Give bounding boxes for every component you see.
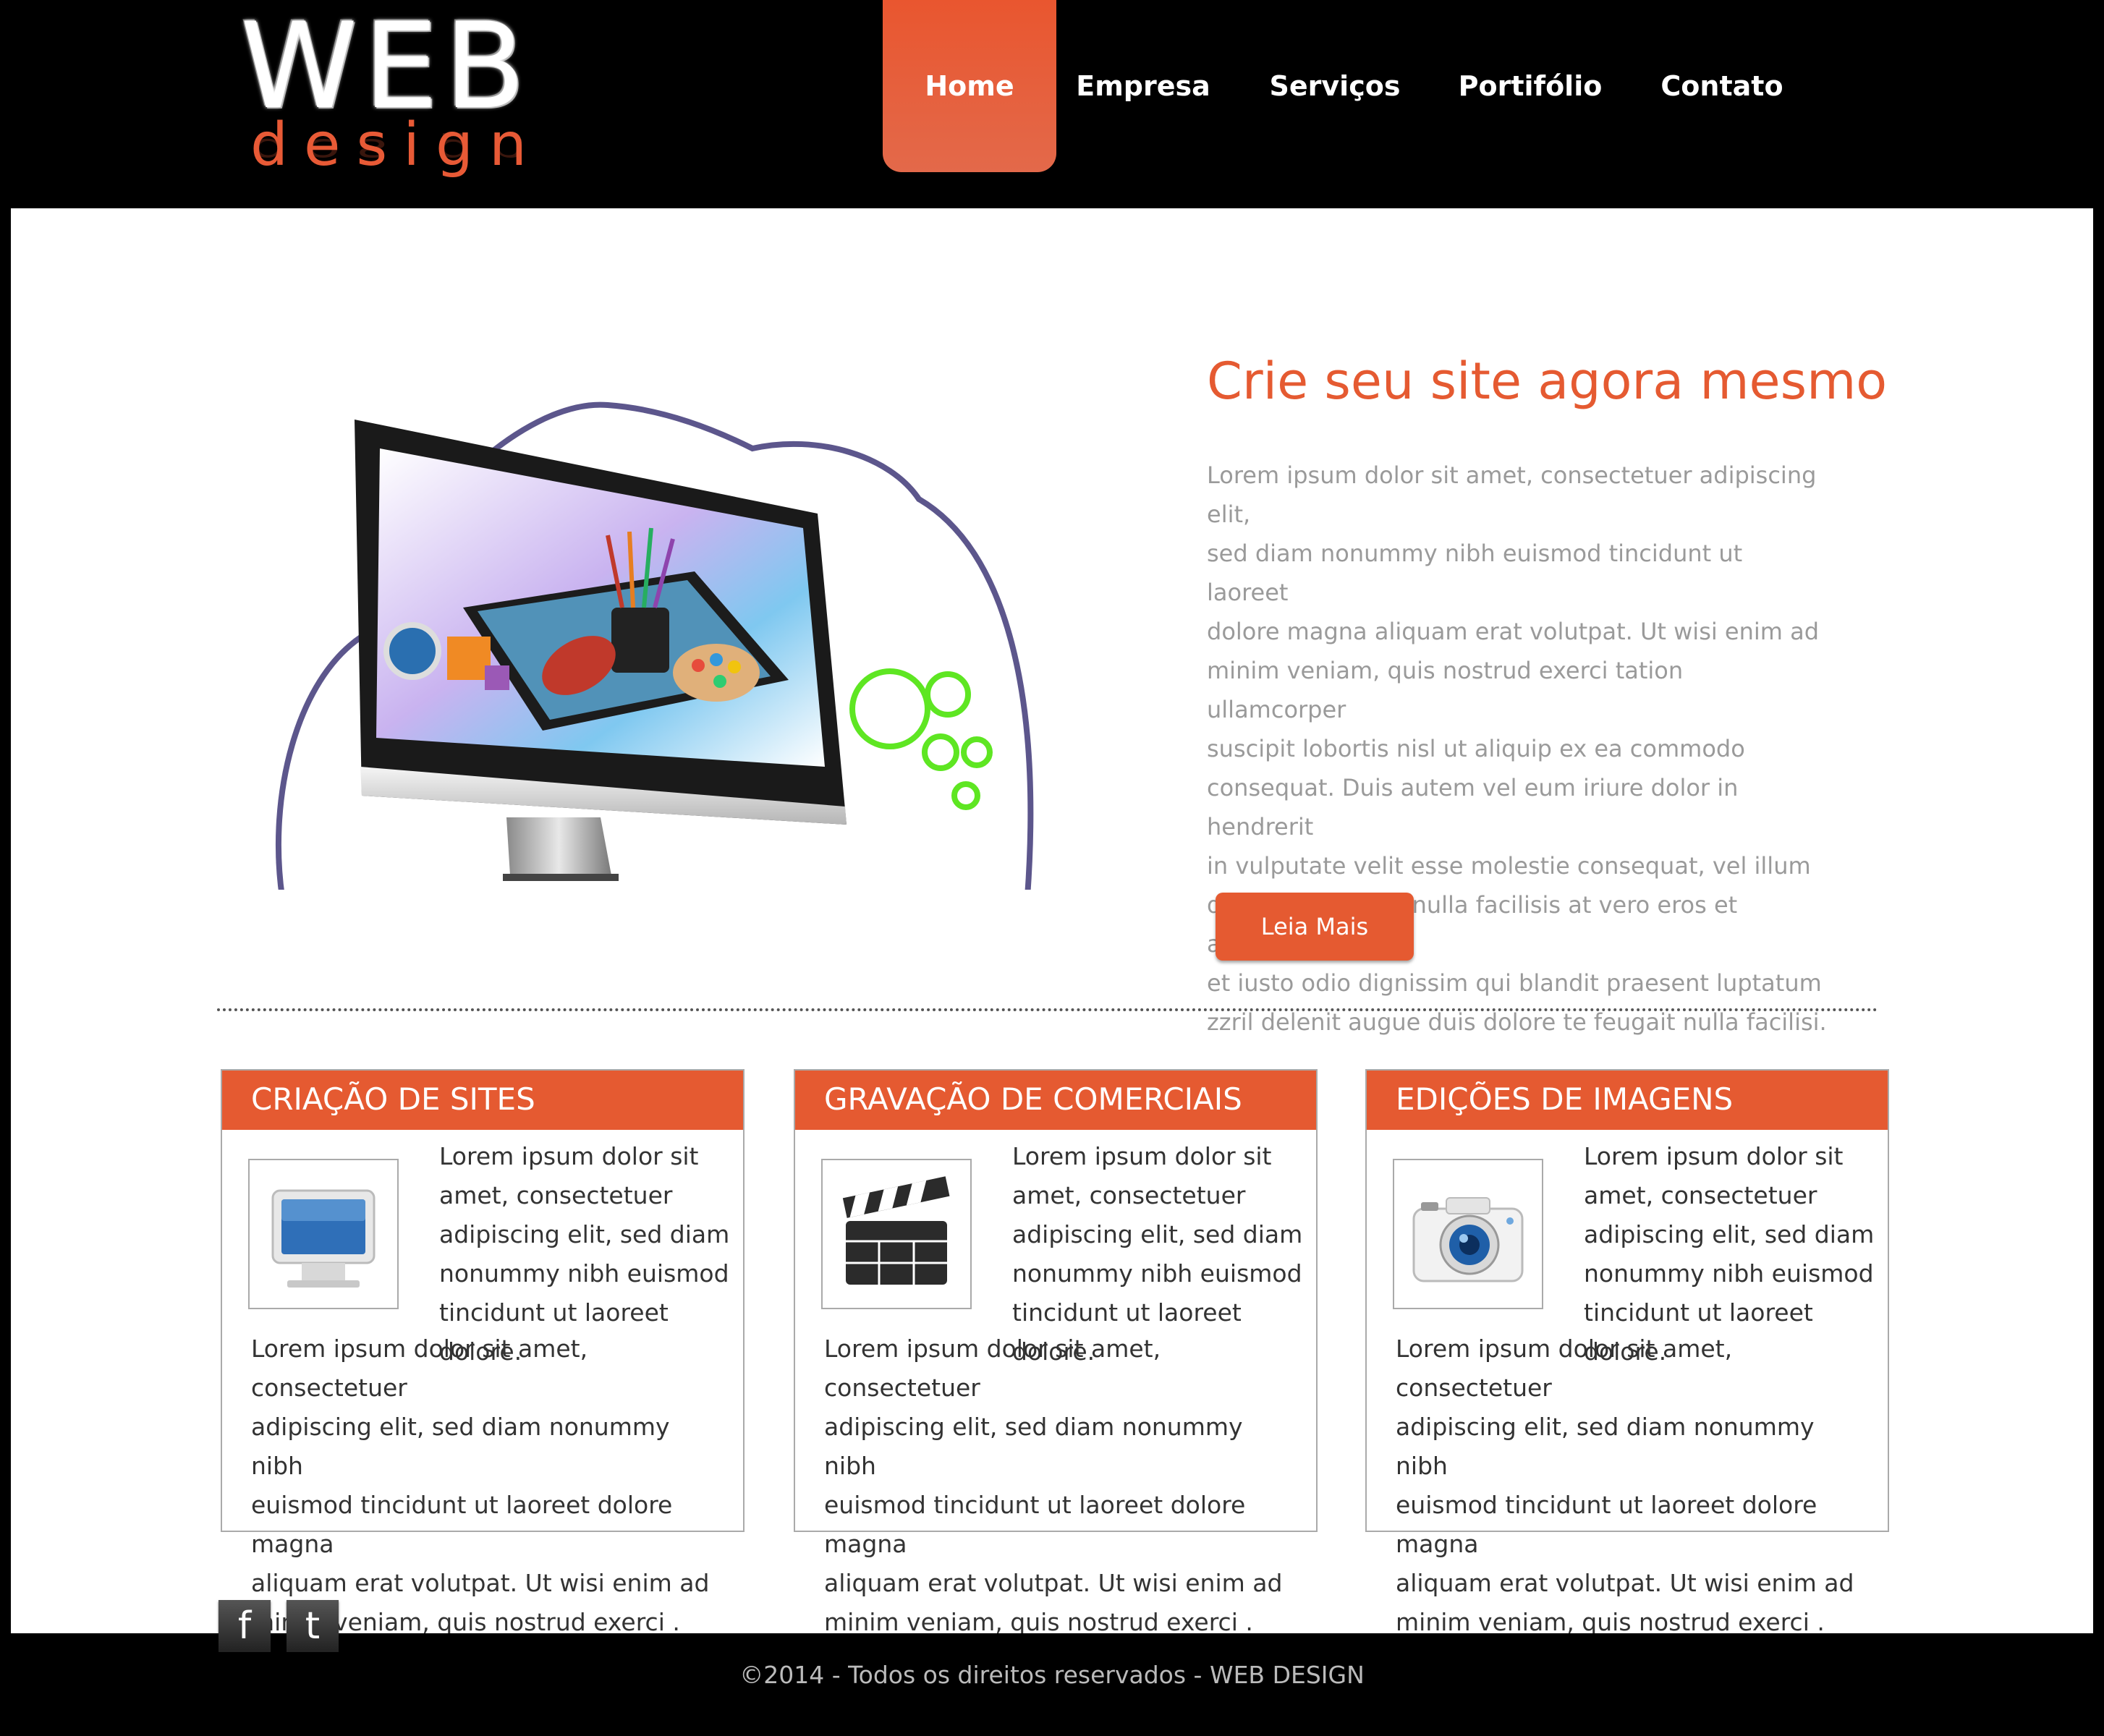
card-text-line: adipiscing elit, sed diam <box>439 1220 730 1248</box>
card-text-line: Lorem ipsum dolor sit amet, consectetuer <box>251 1335 588 1402</box>
facebook-icon[interactable]: f <box>219 1600 271 1652</box>
clapperboard-icon <box>821 1159 972 1309</box>
card-text-line: nonummy nibh euismod <box>1584 1259 1874 1288</box>
hero-text-line: sed diam nonummy nibh euismod tincidunt … <box>1207 540 1743 606</box>
card-text-line: Lorem ipsum dolor sit <box>439 1142 699 1170</box>
hero-illustration <box>268 401 1049 897</box>
card-text-line: euismod tincidunt ut laoreet dolore magn… <box>1396 1491 1817 1558</box>
copyright-text: ©2014 - Todos os direitos reservados - W… <box>739 1661 1365 1689</box>
hero-text-line: suscipit lobortis nisl ut aliquip ex ea … <box>1207 735 1745 762</box>
site-header: WEB design design Home Empresa Serviços … <box>0 0 2104 208</box>
card-title: EDIÇÕES DE IMAGENS <box>1367 1071 1888 1130</box>
card-text-line: aliquam erat volutpat. Ut wisi enim ad <box>824 1569 1283 1597</box>
card-text-line: amet, consectetuer <box>1584 1181 1817 1209</box>
card-text-line: nonummy nibh euismod <box>1012 1259 1302 1288</box>
card-text-line: adipiscing elit, sed diam <box>1012 1220 1303 1248</box>
card-text-line: nonummy nibh euismod <box>439 1259 729 1288</box>
card-text-line: amet, consectetuer <box>1012 1181 1246 1209</box>
card-title: GRAVAÇÃO DE COMERCIAIS <box>795 1071 1316 1130</box>
card-text-line: adipiscing elit, sed diam nonummy nibh <box>824 1413 1243 1480</box>
twitter-icon[interactable]: t <box>287 1600 339 1652</box>
nav-item-contato[interactable]: Contato <box>1628 0 1816 172</box>
card-text-line: adipiscing elit, sed diam nonummy nibh <box>251 1413 670 1480</box>
service-card-images: EDIÇÕES DE IMAGENS Lorem ipsum dolor sit… <box>1365 1069 1889 1636</box>
card-text-line: amet, consectetuer <box>439 1181 673 1209</box>
hero-title: Crie seu site agora mesmo <box>1207 352 1888 411</box>
card-text-line: euismod tincidunt ut laoreet dolore magn… <box>251 1491 673 1558</box>
card-long-text: Lorem ipsum dolor sit amet, consectetuer… <box>251 1329 729 1642</box>
camera-icon <box>1393 1159 1543 1309</box>
nav-item-home[interactable]: Home <box>883 0 1056 172</box>
hero-text-line: consequat. Duis autem vel eum iriure dol… <box>1207 774 1739 841</box>
service-card-sites: CRIAÇÃO DE SITES Lorem ipsum dolor sit a… <box>221 1069 745 1636</box>
logo-web-text: WEB <box>240 0 532 135</box>
card-long-text: Lorem ipsum dolor sit amet, consectetuer… <box>1396 1329 1873 1642</box>
hero-text-line: minim veniam, quis nostrud exerci tation… <box>1207 657 1684 723</box>
nav-item-empresa[interactable]: Empresa <box>1056 0 1230 172</box>
card-text-line: Lorem ipsum dolor sit <box>1584 1142 1844 1170</box>
logo-reflection: design <box>250 131 543 169</box>
card-text-line: Lorem ipsum dolor sit amet, consectetuer <box>1396 1335 1733 1402</box>
card-text-line: adipiscing elit, sed diam nonummy nibh <box>1396 1413 1815 1480</box>
card-text-line: Lorem ipsum dolor sit <box>1012 1142 1272 1170</box>
card-text-line: Lorem ipsum dolor sit amet, consectetuer <box>824 1335 1161 1402</box>
card-text-line: euismod tincidunt ut laoreet dolore magn… <box>824 1491 1246 1558</box>
read-more-button[interactable]: Leia Mais <box>1216 893 1414 961</box>
hero-text-line: Lorem ipsum dolor sit amet, consectetuer… <box>1207 461 1817 528</box>
hero-text-line: et iusto odio dignissim qui blandit prae… <box>1207 969 1822 997</box>
hero-text-line: in vulputate velit esse molestie consequ… <box>1207 852 1811 880</box>
card-title: CRIAÇÃO DE SITES <box>222 1071 743 1130</box>
nav-item-portifolio[interactable]: Portifólio <box>1433 0 1628 172</box>
card-long-text: Lorem ipsum dolor sit amet, consectetuer… <box>824 1329 1302 1642</box>
hero-text-line: dolore magna aliquam erat volutpat. Ut w… <box>1207 618 1820 645</box>
card-text-line: aliquam erat volutpat. Ut wisi enim ad <box>1396 1569 1854 1597</box>
nav-item-servicos[interactable]: Serviços <box>1237 0 1433 172</box>
monitor-icon <box>248 1159 399 1309</box>
section-divider <box>217 1008 1878 1011</box>
card-text-line: adipiscing elit, sed diam <box>1584 1220 1875 1248</box>
service-card-commercials: GRAVAÇÃO DE COMERCIAIS Lorem ipsum dolor… <box>794 1069 1318 1636</box>
card-text-line: aliquam erat volutpat. Ut wisi enim ad <box>251 1569 710 1597</box>
logo[interactable]: WEB design design <box>240 7 543 203</box>
